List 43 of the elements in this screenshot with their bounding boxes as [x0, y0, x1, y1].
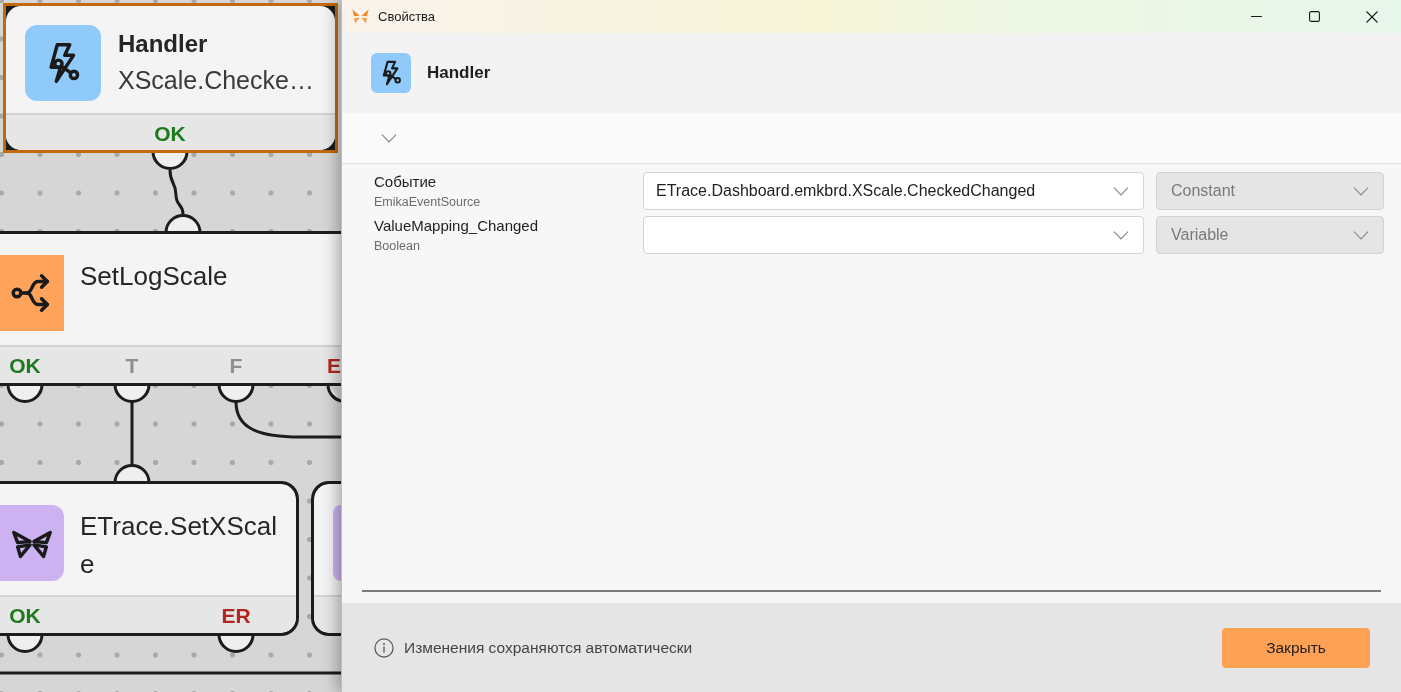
chevron-down-icon: [1353, 230, 1369, 240]
close-icon: [1366, 10, 1378, 23]
expand-button[interactable]: [380, 133, 398, 143]
node-card[interactable]: ETrace.SetXScale OK ER: [0, 481, 299, 636]
maximize-icon: [1308, 11, 1320, 22]
output-label: E: [327, 354, 341, 376]
chevron-down-icon: [1113, 186, 1129, 196]
bolt-icon: [371, 53, 411, 93]
autosave-note: Изменения сохраняются автоматически: [404, 638, 693, 657]
info-icon: [374, 637, 394, 658]
tile-icon: [333, 505, 341, 581]
window-title: Свойства: [378, 9, 436, 24]
split-arrows-icon: [0, 255, 64, 331]
value-dropdown[interactable]: ETrace.Dashboard.emkbrd.XScale.CheckedChanged: [643, 172, 1144, 210]
close-dialog-button[interactable]: Закрыть: [1222, 627, 1370, 668]
chevron-down-icon: [381, 133, 397, 143]
node-subtitle: XScale.Checke…: [118, 65, 314, 96]
bolt-icon: [25, 25, 101, 101]
chevron-down-icon: [1353, 186, 1369, 196]
output-label: ER: [221, 604, 251, 626]
node-card[interactable]: [311, 481, 341, 636]
minimize-icon: [1250, 15, 1262, 18]
connection-port[interactable]: [326, 383, 341, 403]
output-label: OK: [154, 122, 186, 143]
node-title: SetLogScale: [80, 260, 228, 293]
connection-wire: [130, 402, 134, 464]
property-name: Событие: [374, 172, 438, 191]
butterfly-icon: [352, 9, 369, 24]
header-title: Handler: [427, 63, 491, 83]
chevron-down-icon: [1113, 230, 1129, 240]
property-type: Boolean: [374, 238, 421, 254]
property-name: ValueMapping_Changed: [374, 216, 540, 235]
node-card[interactable]: SetLogScale OK T F E: [0, 231, 341, 386]
output-label: F: [229, 354, 243, 376]
butterfly-icon: [0, 505, 64, 581]
output-label: OK: [9, 604, 41, 626]
node-title: ETrace.SetXScale: [80, 510, 278, 581]
connection-wire: [168, 169, 185, 215]
node-card[interactable]: Handler XScale.Checke… OK: [3, 3, 338, 153]
output-label: T: [125, 354, 139, 376]
property-type: EmikaEventSource: [374, 194, 482, 210]
output-label: OK: [9, 354, 41, 376]
node-title: Handler: [118, 29, 209, 59]
